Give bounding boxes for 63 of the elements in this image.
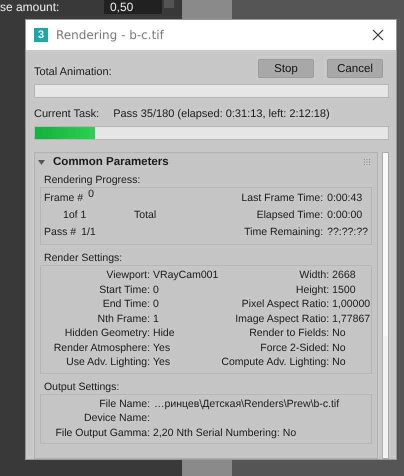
setting-value: 2668 bbox=[332, 268, 357, 282]
time-label: Last Frame Time: bbox=[240, 191, 324, 206]
setting-label: Height: bbox=[294, 282, 330, 297]
group-title: Render Settings: bbox=[44, 251, 122, 265]
setting-value: No bbox=[282, 426, 296, 440]
setting-label: Hidden Geometry: bbox=[64, 326, 150, 340]
setting-label: Start Time: bbox=[98, 282, 150, 297]
window-title: Rendering - b-c.tif bbox=[56, 28, 166, 42]
setting-label: Nth Serial Numbering: bbox=[176, 426, 280, 440]
setting-value: 1,00000 bbox=[332, 297, 370, 312]
task-status: Pass 35/180 (elapsed: 0:31:13, left: 2:12:18) bbox=[113, 108, 330, 120]
setting-label: Compute Adv. Lighting: bbox=[221, 355, 330, 370]
setting-value: Yes bbox=[153, 355, 172, 370]
cancel-button[interactable]: Cancel bbox=[327, 59, 383, 78]
rollout-title[interactable]: Common Parameters bbox=[53, 156, 356, 168]
setting-label: Render Atmosphere: bbox=[52, 340, 150, 355]
setting-value: VRayCam001 bbox=[153, 268, 218, 282]
setting-value: No bbox=[332, 355, 347, 370]
frame-count: 1of 1 bbox=[63, 208, 86, 223]
setting-label: Render to Fields: bbox=[248, 326, 330, 340]
pass-label: Pass # bbox=[44, 225, 76, 240]
setting-value: 0 bbox=[153, 282, 160, 297]
stop-button[interactable]: Stop bbox=[258, 59, 314, 78]
close-icon[interactable] bbox=[372, 29, 384, 41]
setting-value: No bbox=[332, 340, 347, 355]
frame-label: Frame # bbox=[44, 191, 84, 206]
group-title: Rendering Progress: bbox=[44, 173, 140, 187]
time-label: Time Remaining: bbox=[243, 225, 324, 240]
setting-label: Image Aspect Ratio: bbox=[234, 312, 330, 326]
setting-label: End Time: bbox=[102, 297, 150, 312]
setting-label: Pixel Aspect Ratio: bbox=[240, 297, 330, 312]
file-name-value: …ринцев\Детская\Renders\Prew\b-c.tif bbox=[154, 396, 340, 411]
total-animation-label: Total Animation: bbox=[34, 66, 112, 78]
setting-label: File Output Gamma: bbox=[54, 426, 150, 440]
app-icon: 3 bbox=[34, 28, 48, 42]
current-task-label: Current Task: bbox=[34, 108, 100, 120]
setting-value: Yes bbox=[153, 340, 172, 355]
total-label: Total bbox=[134, 208, 158, 223]
amount-label: se amount: bbox=[0, 0, 60, 14]
device-name-label: Device Name: bbox=[83, 411, 150, 426]
setting-value: 0 bbox=[153, 297, 160, 312]
setting-value: 1500 bbox=[332, 282, 357, 297]
setting-label: Viewport: bbox=[105, 268, 150, 282]
amount-field[interactable]: 0,50 bbox=[104, 0, 162, 14]
setting-label: Use Adv. Lighting: bbox=[65, 355, 150, 370]
frame-value: 0 bbox=[88, 187, 94, 202]
group-title: Output Settings: bbox=[44, 380, 120, 394]
scrollbar[interactable] bbox=[382, 152, 389, 459]
setting-value: Hide bbox=[153, 326, 176, 340]
time-value: ??:??:?? bbox=[327, 225, 368, 240]
time-value: 0:00:43 bbox=[327, 191, 364, 206]
setting-label: Force 2-Sided: bbox=[259, 340, 330, 355]
pass-value: 1/1 bbox=[81, 225, 96, 240]
setting-value: 1 bbox=[153, 312, 160, 326]
setting-value: No bbox=[332, 326, 347, 340]
setting-value: 2,20 bbox=[153, 426, 174, 440]
file-name-label: File Name: bbox=[98, 396, 150, 411]
setting-label: Nth Frame: bbox=[96, 312, 150, 326]
setting-value: 1,77867 bbox=[332, 312, 370, 326]
time-label: Elapsed Time: bbox=[256, 208, 324, 223]
caret-icon[interactable] bbox=[38, 158, 45, 166]
setting-label: Width: bbox=[298, 268, 330, 282]
time-value: 0:00:00 bbox=[327, 208, 364, 223]
